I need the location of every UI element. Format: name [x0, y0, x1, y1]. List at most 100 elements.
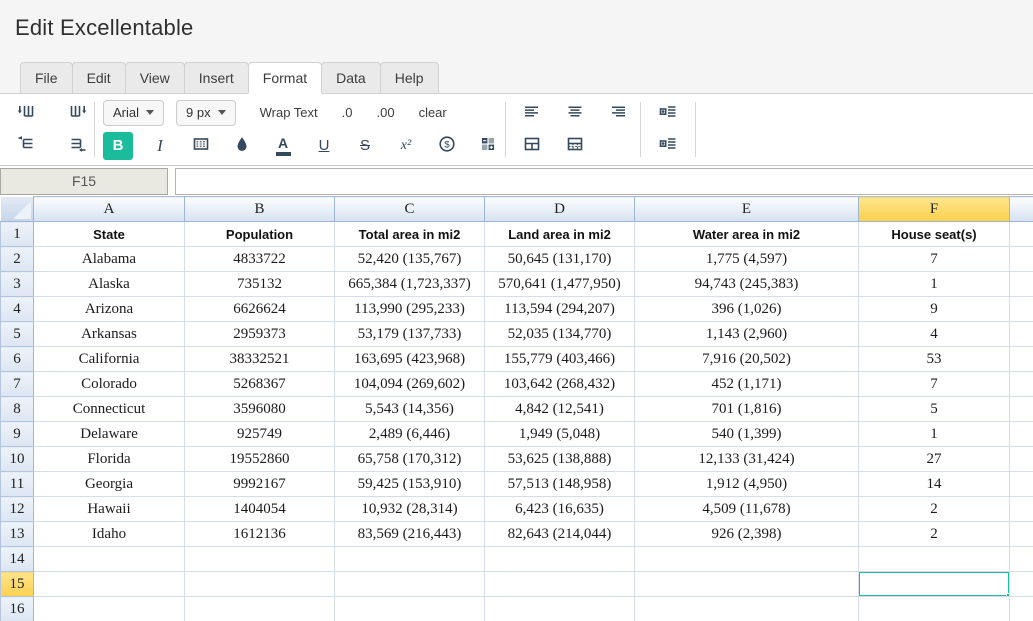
align-right-button[interactable] — [604, 101, 632, 127]
cell-B4[interactable]: 6626624 — [184, 296, 335, 322]
cell-A10[interactable]: Florida — [33, 446, 185, 472]
cell-A12[interactable]: Hawaii — [33, 496, 185, 522]
cell-F3[interactable]: 1 — [858, 271, 1010, 297]
cell-A13[interactable]: Idaho — [33, 521, 185, 547]
cell-A15[interactable] — [33, 571, 185, 597]
cell-A7[interactable]: Colorado — [33, 371, 185, 397]
cell-C10[interactable]: 65,758 (170,312) — [334, 446, 485, 472]
cell-E3[interactable]: 94,743 (245,383) — [634, 271, 859, 297]
column-header-E[interactable]: E — [634, 196, 859, 222]
cell-F16[interactable] — [858, 596, 1010, 621]
cell-B13[interactable]: 1612136 — [184, 521, 335, 547]
row-header-10[interactable]: 10 — [0, 446, 34, 472]
cell-reference-box[interactable]: F15 — [0, 167, 168, 195]
cell-C1[interactable]: Total area in mi2 — [334, 221, 485, 247]
cell-B15[interactable] — [184, 571, 335, 597]
italic-button[interactable]: I — [146, 133, 174, 159]
clear-formatting-button[interactable]: clear — [407, 105, 459, 120]
cell-F10[interactable]: 27 — [858, 446, 1010, 472]
insert-row-below-button[interactable] — [64, 133, 92, 159]
insert-row-above-button[interactable] — [12, 133, 40, 159]
indent-decrease-button[interactable] — [654, 133, 682, 159]
cell-B9[interactable]: 925749 — [184, 421, 335, 447]
cell-B2[interactable]: 4833722 — [184, 246, 335, 272]
row-header-11[interactable]: 11 — [0, 471, 34, 497]
column-header-D[interactable]: D — [484, 196, 635, 222]
cell-A8[interactable]: Connecticut — [33, 396, 185, 422]
cell-F4[interactable]: 9 — [858, 296, 1010, 322]
tab-edit[interactable]: Edit — [71, 62, 126, 94]
cell-A9[interactable]: Delaware — [33, 421, 185, 447]
strikethrough-button[interactable]: S — [351, 133, 379, 159]
cell-D1[interactable]: Land area in mi2 — [484, 221, 635, 247]
cell-F14[interactable] — [858, 546, 1010, 572]
row-header-8[interactable]: 8 — [0, 396, 34, 422]
keypad-button[interactable] — [474, 133, 502, 159]
row-header-1[interactable]: 1 — [0, 221, 34, 247]
row-header-3[interactable]: 3 — [0, 271, 34, 297]
underline-button[interactable]: U — [310, 133, 338, 159]
cell-E6[interactable]: 7,916 (20,502) — [634, 346, 859, 372]
cell-B5[interactable]: 2959373 — [184, 321, 335, 347]
cell-C7[interactable]: 104,094 (269,602) — [334, 371, 485, 397]
cell-B16[interactable] — [184, 596, 335, 621]
insert-column-left-button[interactable] — [12, 101, 40, 127]
cell-C14[interactable] — [334, 546, 485, 572]
cell-D12[interactable]: 6,423 (16,635) — [484, 496, 635, 522]
font-color-button[interactable]: A — [269, 133, 297, 159]
cell-G9[interactable] — [1009, 421, 1033, 447]
formula-input[interactable] — [175, 167, 1033, 195]
cell-A3[interactable]: Alaska — [33, 271, 185, 297]
cell-B6[interactable]: 38332521 — [184, 346, 335, 372]
cell-E15[interactable] — [634, 571, 859, 597]
cell-B8[interactable]: 3596080 — [184, 396, 335, 422]
cell-E12[interactable]: 4,509 (11,678) — [634, 496, 859, 522]
cell-G7[interactable] — [1009, 371, 1033, 397]
cell-A2[interactable]: Alabama — [33, 246, 185, 272]
row-header-14[interactable]: 14 — [0, 546, 34, 572]
cell-C3[interactable]: 665,384 (1,723,337) — [334, 271, 485, 297]
cell-A14[interactable] — [33, 546, 185, 572]
cell-F1[interactable]: House seat(s) — [858, 221, 1010, 247]
cell-G12[interactable] — [1009, 496, 1033, 522]
cell-E1[interactable]: Water area in mi2 — [634, 221, 859, 247]
row-header-2[interactable]: 2 — [0, 246, 34, 272]
cell-F8[interactable]: 5 — [858, 396, 1010, 422]
cell-B1[interactable]: Population — [184, 221, 335, 247]
tab-insert[interactable]: Insert — [183, 62, 249, 94]
tab-data[interactable]: Data — [321, 62, 381, 94]
cell-C5[interactable]: 53,179 (137,733) — [334, 321, 485, 347]
cell-F7[interactable]: 7 — [858, 371, 1010, 397]
tab-view[interactable]: View — [124, 62, 185, 94]
cell-F6[interactable]: 53 — [858, 346, 1010, 372]
cell-B3[interactable]: 735132 — [184, 271, 335, 297]
cell-D16[interactable] — [484, 596, 635, 621]
cell-D13[interactable]: 82,643 (214,044) — [484, 521, 635, 547]
cell-F15[interactable] — [858, 571, 1010, 597]
cell-E9[interactable]: 540 (1,399) — [634, 421, 859, 447]
cell-C16[interactable] — [334, 596, 485, 621]
insert-column-right-button[interactable] — [64, 101, 92, 127]
cell-F5[interactable]: 4 — [858, 321, 1010, 347]
tab-format[interactable]: Format — [247, 62, 323, 94]
cell-D3[interactable]: 570,641 (1,477,950) — [484, 271, 635, 297]
cell-D8[interactable]: 4,842 (12,541) — [484, 396, 635, 422]
cell-E4[interactable]: 396 (1,026) — [634, 296, 859, 322]
row-header-12[interactable]: 12 — [0, 496, 34, 522]
cell-B10[interactable]: 19552860 — [184, 446, 335, 472]
cell-D7[interactable]: 103,642 (268,432) — [484, 371, 635, 397]
align-center-button[interactable] — [561, 101, 589, 127]
cell-A5[interactable]: Arkansas — [33, 321, 185, 347]
cell-D9[interactable]: 1,949 (5,048) — [484, 421, 635, 447]
column-header-A[interactable]: A — [33, 196, 185, 222]
cell-C9[interactable]: 2,489 (6,446) — [334, 421, 485, 447]
cell-F9[interactable]: 1 — [858, 421, 1010, 447]
cell-A16[interactable] — [33, 596, 185, 621]
cell-G2[interactable] — [1009, 246, 1033, 272]
cell-E16[interactable] — [634, 596, 859, 621]
cell-D4[interactable]: 113,594 (294,207) — [484, 296, 635, 322]
cell-G15[interactable] — [1009, 571, 1033, 597]
cell-E14[interactable] — [634, 546, 859, 572]
cell-G1[interactable] — [1009, 221, 1033, 247]
currency-button[interactable]: $ — [433, 133, 461, 159]
